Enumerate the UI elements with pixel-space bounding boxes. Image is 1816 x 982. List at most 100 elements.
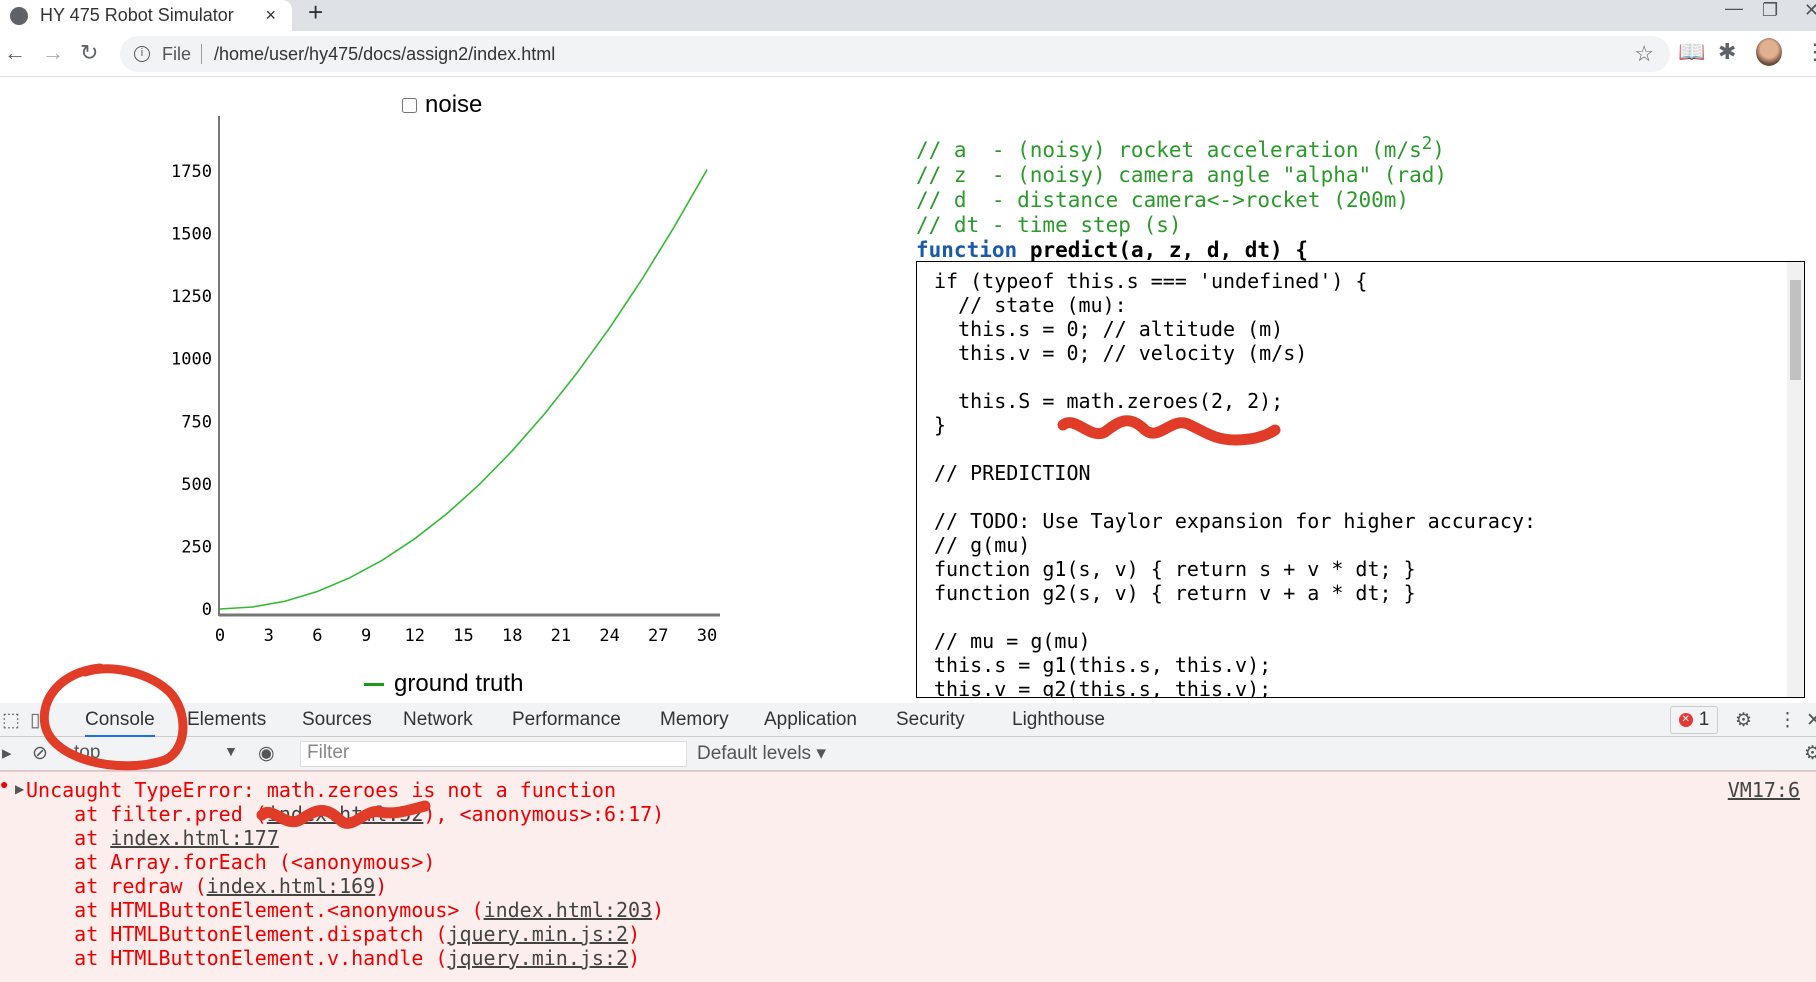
devtools-tab-performance[interactable]: Performance bbox=[512, 709, 621, 731]
stack-frame: at Array.forEach (<anonymous>) bbox=[26, 850, 436, 874]
close-tab-button[interactable]: × bbox=[265, 5, 276, 26]
extensions-puzzle-icon[interactable]: ✱ bbox=[1718, 39, 1736, 65]
x-tick-label: 24 bbox=[599, 626, 619, 646]
stack-frame: at HTMLButtonElement.dispatch (jquery.mi… bbox=[26, 922, 641, 946]
x-tick-label: 27 bbox=[648, 626, 668, 646]
function-header: // a - (noisy) rocket acceleration (m/s2… bbox=[916, 132, 1447, 263]
code-text[interactable]: if (typeof this.s === 'undefined') { // … bbox=[934, 269, 1536, 697]
browser-tab[interactable]: HY 475 Robot Simulator × bbox=[0, 0, 292, 31]
stack-frame: at index.html:177 bbox=[26, 826, 279, 850]
close-window-icon[interactable]: ✕ bbox=[1804, 0, 1816, 21]
devtools-tab-elements[interactable]: Elements bbox=[187, 709, 266, 731]
close-devtools-icon[interactable]: ✕ bbox=[1806, 709, 1816, 732]
console-filter-input[interactable]: Filter bbox=[300, 741, 687, 767]
tab-title: HY 475 Robot Simulator bbox=[40, 5, 234, 25]
legend-label-ground-truth: ground truth bbox=[394, 670, 524, 697]
y-tick-label: 750 bbox=[181, 412, 212, 432]
devtools-tab-memory[interactable]: Memory bbox=[660, 709, 729, 731]
console-settings-icon[interactable]: ⚙ bbox=[1804, 742, 1816, 765]
comment-line: // a - (noisy) rocket acceleration (m/s2… bbox=[916, 134, 1445, 162]
profile-avatar[interactable] bbox=[1756, 38, 1782, 66]
stack-link[interactable]: jquery.min.js:2 bbox=[447, 922, 628, 946]
series-line-ground-truth bbox=[219, 169, 708, 610]
url-text[interactable]: /home/user/hy475/docs/assign2/index.html bbox=[214, 44, 555, 65]
context-dropdown-icon[interactable]: ▼ bbox=[224, 743, 238, 759]
settings-gear-icon[interactable]: ⚙ bbox=[1735, 709, 1752, 732]
globe-icon bbox=[10, 6, 28, 25]
stack-link[interactable]: jquery.min.js:2 bbox=[447, 946, 628, 970]
error-headline: Uncaught TypeError: math.zeroes is not a… bbox=[26, 778, 617, 802]
error-icon: ✕ bbox=[1678, 713, 1693, 727]
menu-kebab-icon[interactable]: ⋮ bbox=[1804, 39, 1816, 65]
back-icon[interactable]: ← bbox=[4, 40, 26, 66]
y-tick-label: 500 bbox=[181, 475, 212, 495]
stack-link[interactable]: index.html:169 bbox=[207, 874, 376, 898]
stack-frame: at HTMLButtonElement.<anonymous> (index.… bbox=[26, 898, 665, 922]
sidebar-toggle-icon[interactable]: ▸ bbox=[2, 742, 12, 765]
x-tick-label: 6 bbox=[312, 626, 322, 646]
comment-line: // d - distance camera<->rocket (200m) bbox=[916, 188, 1410, 212]
comment-line: // z - (noisy) camera angle "alpha" (rad… bbox=[916, 163, 1448, 187]
stack-frame: at redraw (index.html:169) bbox=[26, 874, 388, 898]
x-tick-label: 3 bbox=[264, 626, 274, 646]
info-icon[interactable]: i bbox=[134, 46, 150, 62]
x-tick-label: 21 bbox=[551, 626, 571, 646]
devtools-tab-network[interactable]: Network bbox=[403, 709, 473, 731]
devtools-tab-security[interactable]: Security bbox=[896, 709, 965, 731]
stack-link[interactable]: index.html:203 bbox=[484, 898, 653, 922]
stack-link[interactable]: index.html:52 bbox=[267, 802, 424, 826]
y-tick-label: 1500 bbox=[171, 225, 212, 245]
error-count-badge[interactable]: ✕ 1 bbox=[1670, 706, 1718, 734]
scrollbar-thumb[interactable] bbox=[1790, 280, 1801, 380]
console-output: ● ▶ Uncaught TypeError: math.zeroes is n… bbox=[0, 771, 1816, 982]
error-source-link[interactable]: VM17:6 bbox=[1728, 778, 1800, 802]
context-select[interactable]: top bbox=[74, 742, 100, 764]
devtools-menu-icon[interactable]: ⋮ bbox=[1778, 709, 1797, 732]
reload-icon[interactable]: ↻ bbox=[80, 40, 98, 66]
device-toggle-icon[interactable]: ▯ bbox=[30, 709, 40, 732]
log-levels-dropdown[interactable]: Default levels ▾ bbox=[697, 742, 826, 765]
clear-console-icon[interactable]: ⊘ bbox=[32, 742, 48, 765]
x-tick-label: 15 bbox=[453, 626, 473, 646]
restore-icon[interactable]: ❐ bbox=[1762, 0, 1778, 21]
error-message: Uncaught TypeError: math.zeroes is not a… bbox=[26, 778, 664, 970]
legend-swatch-ground-truth bbox=[364, 682, 384, 686]
x-tick-label: 18 bbox=[502, 626, 522, 646]
altitude-chart: 0 3 6 9 12 15 18 21 24 27 30 0 250 500 750 1000 1250 1500… bbox=[171, 116, 720, 646]
function-signature: function predict(a, z, d, dt) { bbox=[916, 238, 1308, 262]
error-icon: ● bbox=[0, 776, 9, 792]
address-toolbar: ← → ↻ i File /home/user/hy475/docs/assig… bbox=[0, 31, 1816, 77]
scheme-label: File bbox=[162, 43, 192, 64]
devtools-tab-sources[interactable]: Sources bbox=[302, 709, 372, 731]
stack-frame: at HTMLButtonElement.v.handle (jquery.mi… bbox=[26, 946, 641, 970]
y-tick-label: 1750 bbox=[171, 162, 212, 182]
code-scrollbar[interactable] bbox=[1787, 262, 1804, 697]
reading-list-icon[interactable]: 📖 bbox=[1678, 39, 1705, 65]
divider bbox=[201, 44, 203, 64]
y-tick-label: 1000 bbox=[171, 350, 212, 370]
address-bar[interactable]: i File /home/user/hy475/docs/assign2/ind… bbox=[120, 36, 1670, 72]
stack-frame: at filter.pred (index.html:52), <anonymo… bbox=[26, 802, 665, 826]
y-tick-label: 250 bbox=[181, 537, 212, 557]
code-editor[interactable]: if (typeof this.s === 'undefined') { // … bbox=[916, 261, 1805, 698]
live-expression-eye-icon[interactable]: ◉ bbox=[258, 742, 275, 765]
devtools-tab-bar: ⬚ ▯ Console Elements Sources Network Per… bbox=[0, 703, 1816, 737]
console-toolbar: ▸ ⊘ top ▼ ◉ Filter Default levels ▾ ⚙ bbox=[0, 737, 1816, 771]
new-tab-button[interactable]: + bbox=[308, 0, 323, 28]
minimize-icon[interactable]: — bbox=[1725, 0, 1743, 19]
devtools-tab-console[interactable]: Console bbox=[85, 709, 155, 737]
x-tick-label: 30 bbox=[697, 626, 717, 646]
devtools-tab-lighthouse[interactable]: Lighthouse bbox=[1012, 709, 1105, 731]
expand-error-icon[interactable]: ▶ bbox=[15, 782, 24, 796]
forward-icon[interactable]: → bbox=[42, 40, 64, 66]
comment-line: // dt - time step (s) bbox=[916, 213, 1182, 237]
y-tick-label: 0 bbox=[202, 600, 212, 620]
bookmark-star-icon[interactable]: ☆ bbox=[1634, 41, 1654, 67]
browser-tab-strip: HY 475 Robot Simulator × + — ❐ ✕ bbox=[0, 0, 1816, 31]
chart-legend: ground truth bbox=[364, 670, 523, 698]
inspect-element-icon[interactable]: ⬚ bbox=[2, 709, 20, 732]
x-tick-label: 0 bbox=[215, 626, 225, 646]
stack-link[interactable]: index.html:177 bbox=[110, 826, 279, 850]
devtools-tab-application[interactable]: Application bbox=[764, 709, 857, 731]
y-tick-label: 1250 bbox=[171, 287, 212, 307]
